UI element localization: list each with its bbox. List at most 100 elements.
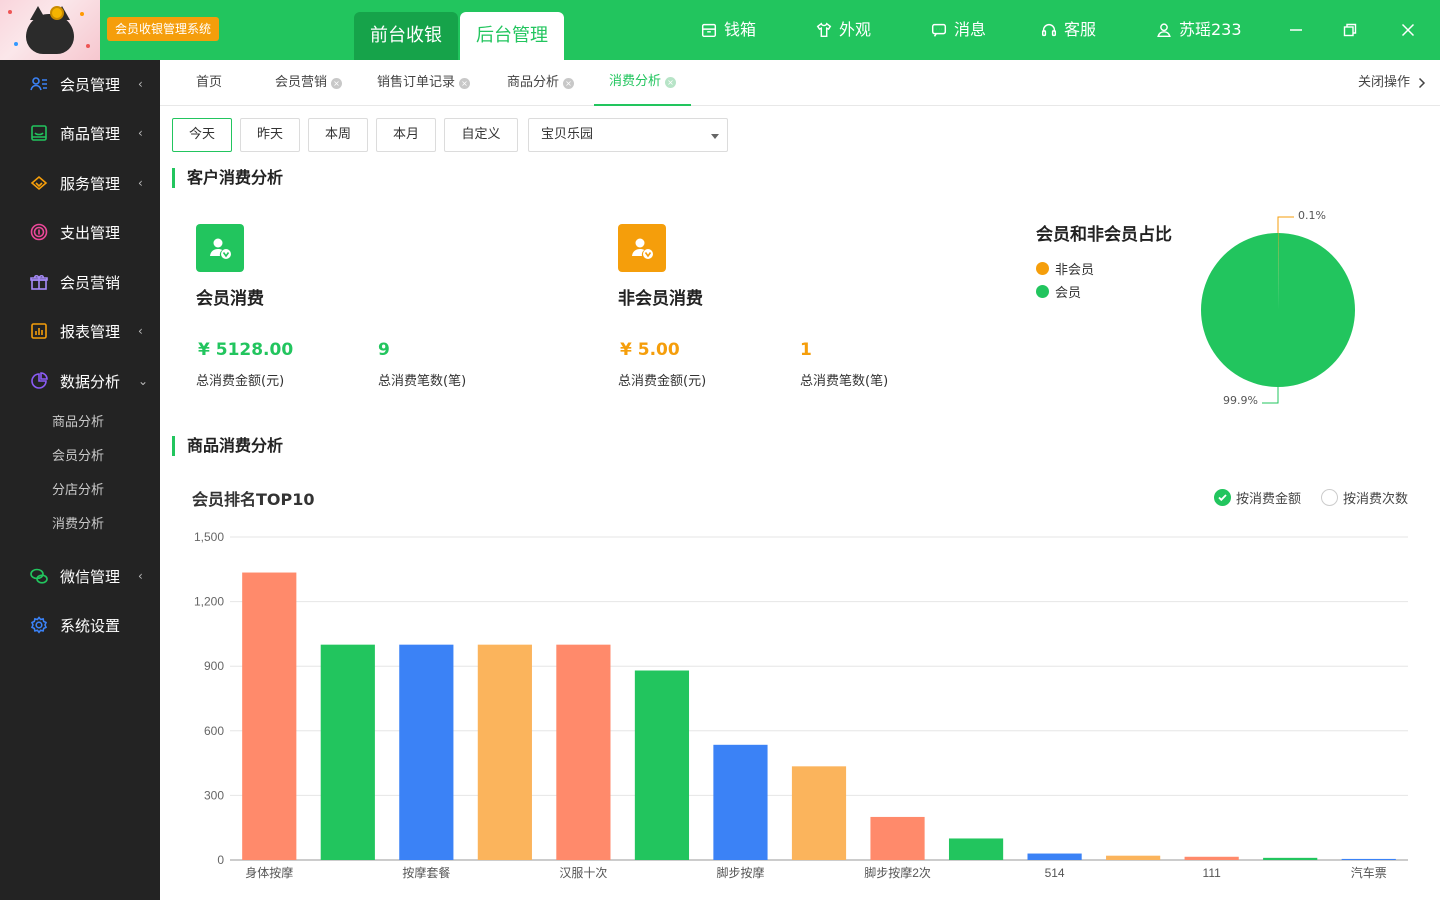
store-select[interactable]: 宝贝乐园	[528, 118, 728, 152]
sidebar-item-expense-management[interactable]: 支出管理	[0, 208, 160, 256]
radio-checked-icon	[1214, 489, 1231, 506]
tab-sales-orders[interactable]: 销售订单记录 ×	[377, 60, 471, 106]
filter-this-week-button[interactable]: 本周	[308, 118, 368, 152]
close-operations-button[interactable]: 关闭操作	[1358, 60, 1426, 106]
bar[interactable]	[1184, 856, 1239, 860]
user-name: 苏瑶233	[1179, 20, 1242, 39]
sidebar-subitem-consumption-analysis[interactable]: 消费分析	[52, 515, 104, 535]
tab-back-office[interactable]: 后台管理	[460, 12, 564, 60]
system-badge: 会员收银管理系统	[107, 17, 220, 41]
caret-down-icon	[711, 134, 719, 139]
filter-yesterday-button[interactable]: 昨天	[240, 118, 300, 152]
bar[interactable]	[320, 644, 375, 860]
close-icon[interactable]: ×	[459, 77, 471, 89]
chevron-left-icon: ‹	[138, 324, 143, 338]
message-icon	[931, 23, 947, 37]
user-menu[interactable]: 苏瑶233	[1155, 18, 1242, 42]
x-tick-label: 脚步按摩	[716, 865, 764, 880]
member-total-amount: ¥ 5128.00	[198, 340, 294, 360]
y-tick-label: 900	[204, 659, 224, 673]
bar-chart-title: 会员排名TOP10	[192, 490, 315, 509]
non-member-total-amount: ¥ 5.00	[620, 340, 680, 360]
tshirt-icon	[816, 22, 832, 38]
legend-label: 会员	[1055, 286, 1082, 301]
report-icon	[29, 321, 49, 341]
close-icon[interactable]: ×	[563, 77, 575, 89]
y-tick-label: 300	[204, 788, 224, 802]
radio-unchecked-icon	[1321, 489, 1338, 506]
x-tick-label: 111	[1203, 866, 1222, 880]
appearance-button[interactable]: 外观	[815, 18, 871, 42]
support-button[interactable]: 客服	[1040, 18, 1096, 42]
member-total-count: 9	[378, 340, 390, 360]
sidebar-item-system-settings[interactable]: 系统设置	[0, 601, 160, 649]
section-title-product: 商品消费分析	[172, 436, 283, 456]
x-tick-label: 身体按摩	[245, 865, 293, 880]
sidebar-item-data-analysis[interactable]: 数据分析 ⌄	[0, 357, 160, 405]
sidebar-subitem-product-analysis[interactable]: 商品分析	[52, 413, 104, 433]
sidebar-item-product-management[interactable]: 商品管理 ‹	[0, 109, 160, 157]
sidebar-item-wechat-management[interactable]: 微信管理 ‹	[0, 552, 160, 600]
sidebar-subitem-branch-analysis[interactable]: 分店分析	[52, 481, 104, 501]
bar[interactable]	[1027, 853, 1082, 860]
service-icon	[29, 173, 49, 193]
pie-label-member: 99.9%	[1223, 394, 1258, 407]
sort-by-count-radio[interactable]: 按消费次数	[1321, 488, 1408, 507]
bar[interactable]	[791, 766, 847, 860]
cash-drawer-icon	[701, 23, 717, 38]
pie-label-non-member: 0.1%	[1298, 209, 1326, 222]
appearance-label: 外观	[839, 20, 872, 39]
tab-label: 首页	[196, 75, 223, 90]
sidebar-subitem-member-analysis[interactable]: 会员分析	[52, 447, 104, 467]
non-member-total-amount-label: 总消费金额(元)	[618, 374, 707, 389]
bar[interactable]	[242, 572, 297, 860]
sidebar-item-label: 会员营销	[60, 273, 121, 292]
cash-drawer-button[interactable]: 钱箱	[700, 18, 756, 42]
tab-home[interactable]: 首页	[196, 60, 222, 106]
filter-this-month-button[interactable]: 本月	[376, 118, 436, 152]
sidebar-item-member-marketing[interactable]: 会员营销	[0, 258, 160, 306]
bar[interactable]	[948, 838, 1004, 860]
headset-icon	[1041, 23, 1057, 37]
close-window-button[interactable]	[1396, 18, 1420, 42]
sort-by-amount-radio[interactable]: 按消费金额	[1214, 488, 1301, 507]
filter-today-button[interactable]: 今天	[172, 118, 232, 152]
sidebar-item-service-management[interactable]: 服务管理 ‹	[0, 159, 160, 207]
minimize-icon	[1290, 29, 1302, 31]
close-icon[interactable]: ×	[331, 77, 343, 89]
non-member-consumption-icon	[618, 224, 666, 272]
bar[interactable]	[870, 816, 925, 860]
tab-member-marketing[interactable]: 会员营销 ×	[275, 60, 343, 106]
chevron-left-icon: ‹	[138, 126, 143, 140]
close-icon[interactable]: ×	[665, 76, 677, 88]
member-icon	[29, 74, 49, 94]
pie-chart-title: 会员和非会员占比	[1036, 225, 1172, 245]
x-tick-label: 按摩套餐	[402, 865, 450, 880]
sidebar-item-label: 系统设置	[60, 616, 121, 635]
radio-label: 按消费次数	[1343, 492, 1409, 507]
restore-button[interactable]	[1338, 18, 1362, 42]
bar[interactable]	[1263, 857, 1318, 860]
bar[interactable]	[634, 670, 690, 860]
sidebar-item-label: 会员管理	[60, 75, 121, 94]
tab-front-cashier[interactable]: 前台收银	[354, 12, 458, 60]
x-tick-label: 脚步按摩2次	[864, 865, 931, 880]
filter-custom-button[interactable]: 自定义	[444, 118, 518, 152]
bar[interactable]	[556, 644, 611, 860]
bar[interactable]	[477, 644, 532, 860]
sidebar-item-member-management[interactable]: 会员管理 ‹	[0, 60, 160, 108]
bar[interactable]	[1106, 855, 1161, 860]
bar[interactable]	[399, 644, 454, 860]
messages-button[interactable]: 消息	[930, 18, 986, 42]
tab-consumption-analysis[interactable]: 消费分析 ×	[594, 60, 692, 106]
close-icon	[1401, 23, 1415, 37]
sidebar-item-report-management[interactable]: 报表管理 ‹	[0, 307, 160, 355]
tab-label: 商品分析	[507, 75, 560, 90]
member-top10-bar-chart: 0 300 600 900 1,200 1,500 身体按摩 按摩套餐 汉服十次 脚步按摩 脚步按摩…	[194, 530, 1408, 880]
legend-label: 非会员	[1055, 263, 1095, 278]
minimize-button[interactable]	[1284, 18, 1308, 42]
tab-product-analysis[interactable]: 商品分析 ×	[507, 60, 575, 106]
bar[interactable]	[1341, 858, 1396, 860]
bar[interactable]	[713, 744, 768, 860]
chevron-down-icon: ⌄	[138, 374, 149, 388]
